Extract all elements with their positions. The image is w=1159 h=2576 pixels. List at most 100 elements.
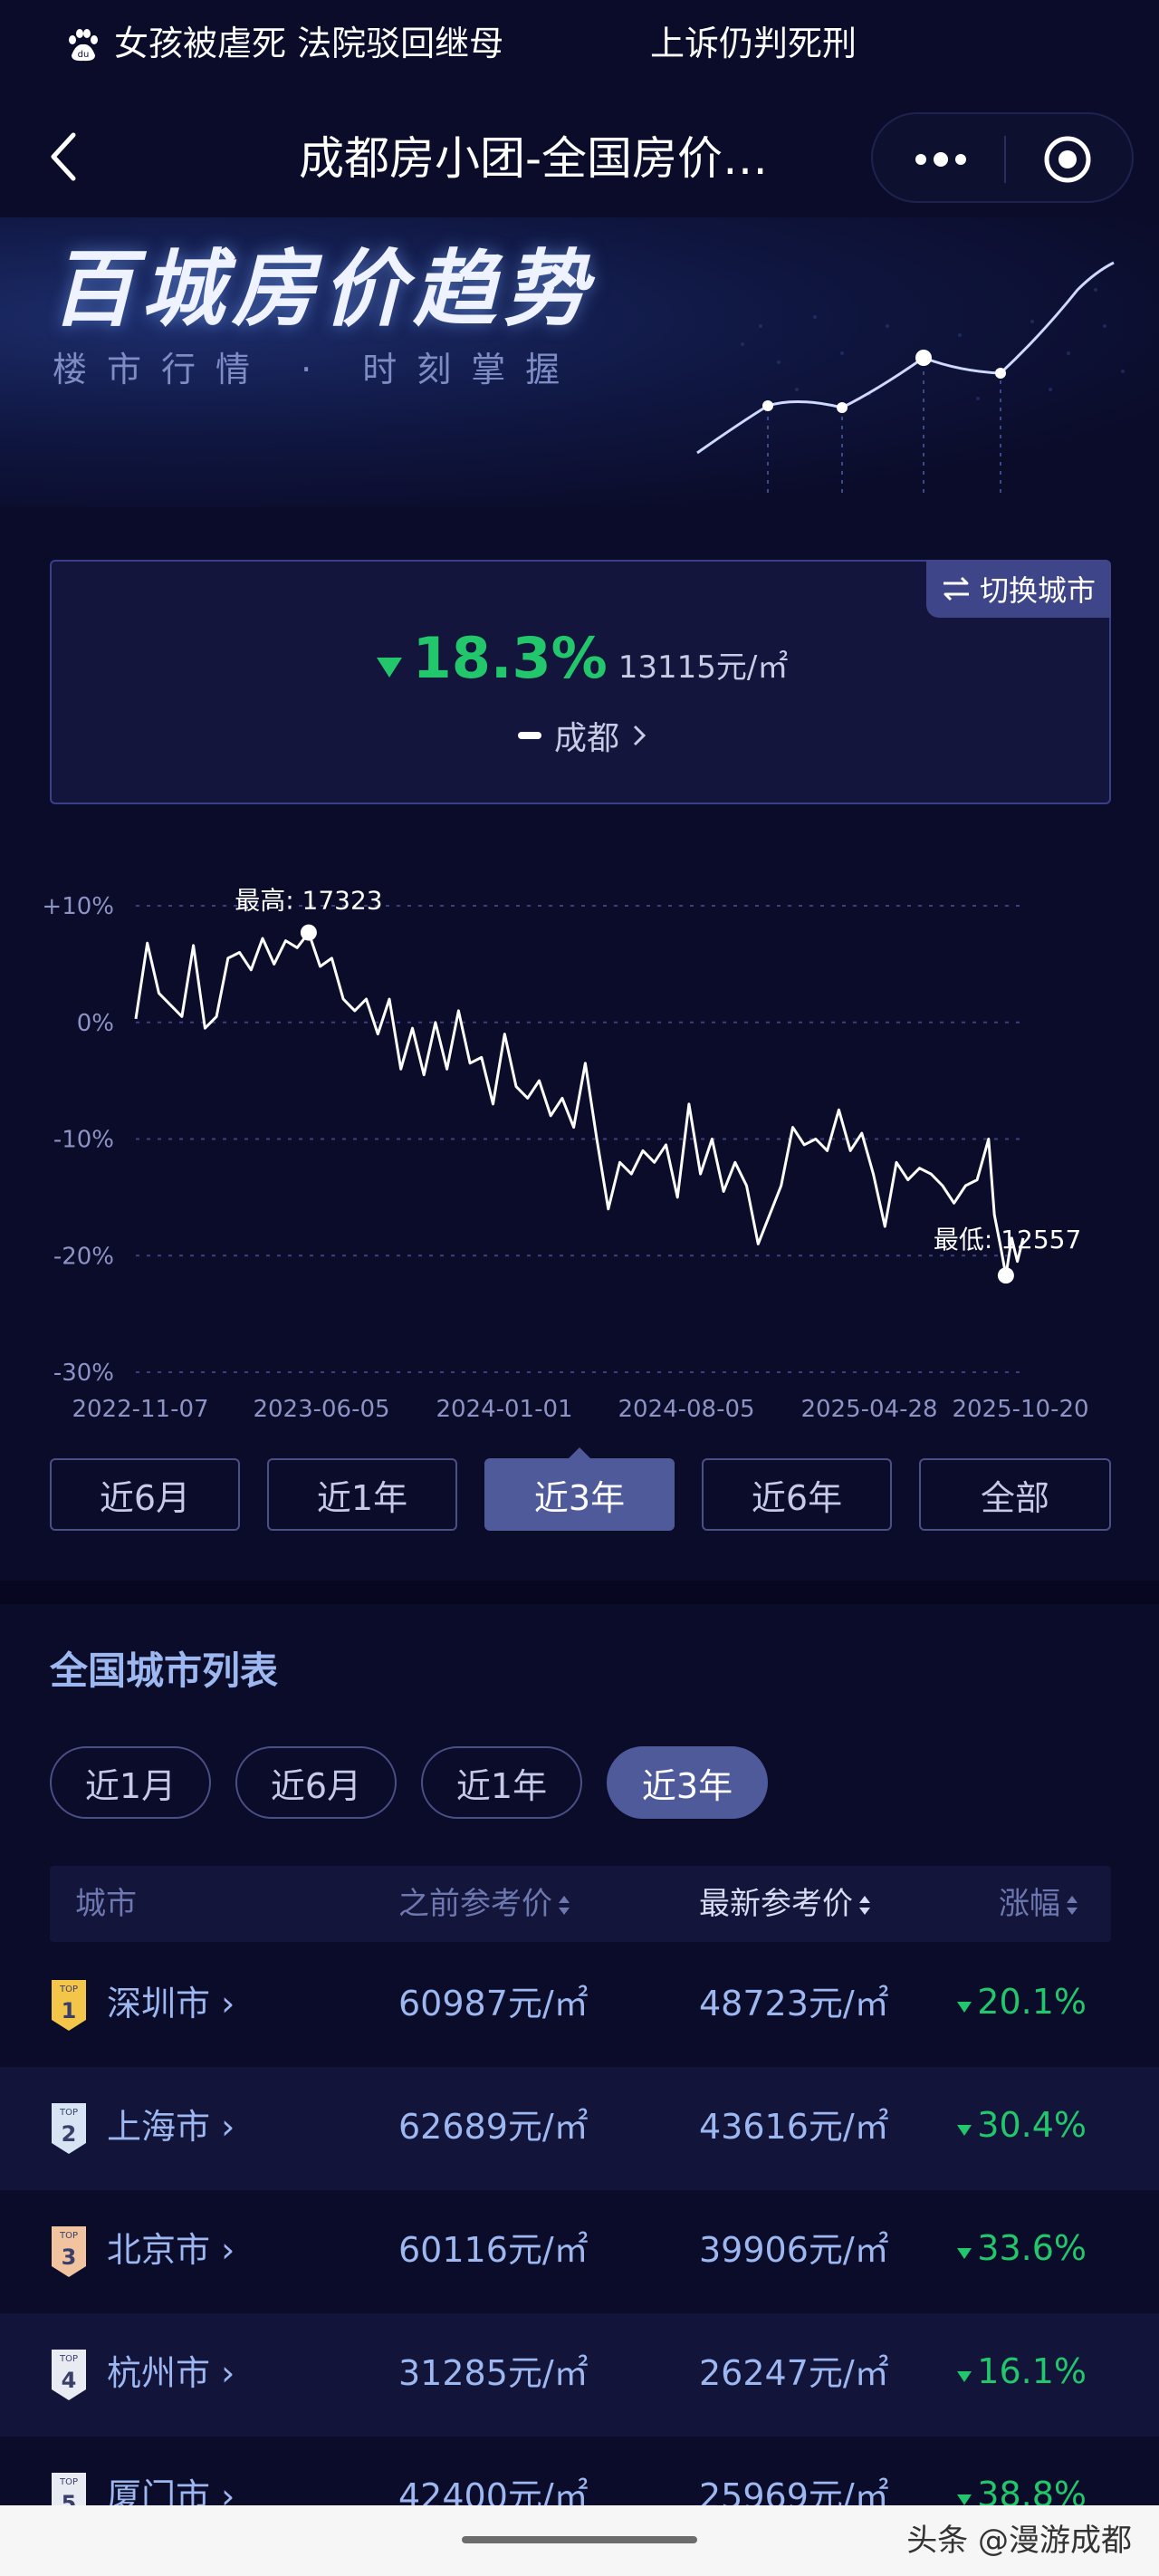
news-banner[interactable]: du 女孩被虐死 法院驳回继母 上诉仍判死刑	[0, 0, 1159, 91]
switch-city-label: 切换城市	[979, 573, 1096, 608]
rank-badge-icon: TOP 4	[52, 2350, 86, 2400]
prev-price-cell: 60116元/㎡	[398, 2230, 589, 2270]
chart-grid	[136, 905, 1023, 1373]
city-name-cell[interactable]: 深圳市 ›	[107, 1976, 235, 2031]
news-headline-left[interactable]: 女孩被虐死 法院驳回继母	[114, 20, 503, 67]
change-cell: 20.1%	[957, 1975, 1087, 2029]
range-6y-button[interactable]: 近6年	[702, 1458, 892, 1531]
target-circle-icon	[1044, 136, 1091, 183]
more-dots-icon	[915, 152, 966, 167]
hero-banner: 百城房价趋势 楼市行情 · 时刻掌握	[0, 217, 1159, 507]
table-header: 城市 之前参考价 最新参考价 涨幅	[50, 1866, 1111, 1942]
header-prev-price[interactable]: 之前参考价	[398, 1866, 570, 1942]
high-point-marker	[300, 924, 317, 941]
rank-number: 4	[62, 2368, 77, 2393]
prev-price-cell: 31285元/㎡	[398, 2353, 589, 2393]
filter-1m-button[interactable]: 近1月	[50, 1746, 211, 1819]
range-label: 近6月	[99, 1477, 191, 1518]
change-value: 33.6%	[977, 2228, 1087, 2268]
down-triangle-icon	[376, 658, 402, 678]
chevron-right-icon: ›	[221, 2353, 235, 2393]
city-selector[interactable]: 成都	[52, 708, 1113, 763]
filter-1y-button[interactable]: 近1年	[421, 1746, 582, 1819]
sort-icon	[558, 1895, 570, 1917]
header-city: 城市	[75, 1886, 137, 1922]
filter-6m-button[interactable]: 近6月	[235, 1746, 397, 1819]
home-indicator[interactable]	[462, 2536, 697, 2543]
mini-program-capsule	[871, 112, 1134, 203]
city-summary-card: 切换城市 18.3% 13115元/㎡ 成都	[50, 560, 1111, 804]
down-triangle-icon	[957, 2371, 972, 2382]
y-tick-label: 0%	[77, 1010, 114, 1037]
y-tick-label: -10%	[53, 1127, 114, 1154]
down-triangle-icon	[957, 2002, 972, 2013]
change-cell: 30.4%	[957, 2098, 1087, 2152]
switch-city-button[interactable]: 切换城市	[926, 560, 1111, 618]
svg-text:du: du	[78, 50, 90, 60]
table-row[interactable]: TOP 3 北京市 › 60116元/㎡ 39906元/㎡ 33.6%	[0, 2190, 1159, 2313]
change-row: 18.3% 13115元/㎡	[52, 625, 1113, 697]
down-triangle-icon	[957, 2248, 972, 2259]
x-tick-label: 2024-08-05	[618, 1396, 754, 1423]
rank-number: 2	[62, 2121, 77, 2147]
change-cell: 33.6%	[957, 2221, 1087, 2275]
current-price: 13115元/㎡	[618, 649, 789, 686]
city-name-cell[interactable]: 北京市 ›	[107, 2223, 235, 2277]
range-6m-button[interactable]: 近6月	[50, 1458, 240, 1531]
down-triangle-icon	[957, 2125, 972, 2136]
capsule-divider	[1004, 136, 1006, 183]
range-1y-button[interactable]: 近1年	[267, 1458, 457, 1531]
header-latest-price[interactable]: 最新参考价	[699, 1866, 871, 1942]
filter-label: 近1月	[84, 1765, 177, 1806]
range-label: 近1年	[316, 1477, 408, 1518]
sort-icon	[858, 1895, 871, 1917]
city-name: 深圳市	[107, 1984, 211, 2023]
down-triangle-icon	[957, 2494, 972, 2505]
filter-label: 近3年	[641, 1765, 733, 1806]
rank-number: 3	[62, 2244, 77, 2270]
price-series-line	[134, 931, 1025, 1277]
news-headline-right[interactable]: 上诉仍判死刑	[650, 20, 857, 67]
rank-badge-top: TOP	[59, 1985, 78, 1994]
city-name: 成都	[553, 720, 619, 757]
city-name-cell[interactable]: 杭州市 ›	[107, 2346, 235, 2400]
chevron-right-icon: ›	[221, 1984, 235, 2023]
x-tick-label: 2025-04-28	[800, 1396, 937, 1423]
back-button[interactable]	[36, 125, 91, 188]
more-button[interactable]	[909, 132, 972, 187]
low-point-label: 最低: 12557	[934, 1225, 1081, 1254]
latest-price-cell: 39906元/㎡	[699, 2230, 889, 2270]
table-row[interactable]: TOP 4 杭州市 › 31285元/㎡ 26247元/㎡ 16.1%	[0, 2313, 1159, 2437]
range-all-button[interactable]: 全部	[919, 1458, 1111, 1531]
swap-arrows-icon	[943, 576, 969, 601]
nav-bar: 成都房小团-全国房价…	[0, 100, 1159, 217]
range-3y-button[interactable]: 近3年	[484, 1447, 675, 1531]
section-divider	[0, 1581, 1159, 1604]
city-name: 上海市	[107, 2107, 211, 2147]
prev-price-cell: 60987元/㎡	[398, 1984, 589, 2023]
x-tick-label: 2024-01-01	[436, 1396, 572, 1423]
rank-badge-icon: TOP 3	[52, 2226, 86, 2277]
rank-badge-icon: TOP 1	[52, 1980, 86, 2031]
table-row[interactable]: TOP 1 深圳市 › 60987元/㎡ 48723元/㎡ 20.1%	[0, 1944, 1159, 2067]
header-change-label: 涨幅	[999, 1886, 1060, 1922]
rank-badge-top: TOP	[59, 2477, 78, 2487]
prev-price-cell: 62689元/㎡	[398, 2107, 589, 2147]
header-change[interactable]: 涨幅	[999, 1866, 1078, 1942]
x-tick-label: 2022-11-07	[72, 1396, 208, 1423]
table-row[interactable]: TOP 2 上海市 › 62689元/㎡ 43616元/㎡ 30.4%	[0, 2067, 1159, 2190]
change-percent: 18.3%	[412, 625, 608, 691]
sort-icon	[1066, 1895, 1078, 1917]
chevron-right-icon: ›	[221, 2107, 235, 2147]
high-point-label: 最高: 17323	[235, 886, 382, 916]
change-value: 30.4%	[977, 2105, 1087, 2145]
rank-number: 1	[62, 1998, 77, 2023]
price-trend-chart[interactable]: +10%0%-10%-20%-30% 2022-11-07 2023-06-05 2…	[0, 860, 1159, 1440]
y-tick-label: -20%	[53, 1243, 114, 1270]
y-tick-label: +10%	[42, 893, 114, 920]
x-tick-label: 2023-06-05	[253, 1396, 389, 1423]
change-value: 20.1%	[977, 1982, 1087, 2022]
city-name-cell[interactable]: 上海市 ›	[107, 2100, 235, 2154]
filter-3y-button[interactable]: 近3年	[607, 1746, 768, 1819]
close-button[interactable]	[1040, 132, 1095, 187]
